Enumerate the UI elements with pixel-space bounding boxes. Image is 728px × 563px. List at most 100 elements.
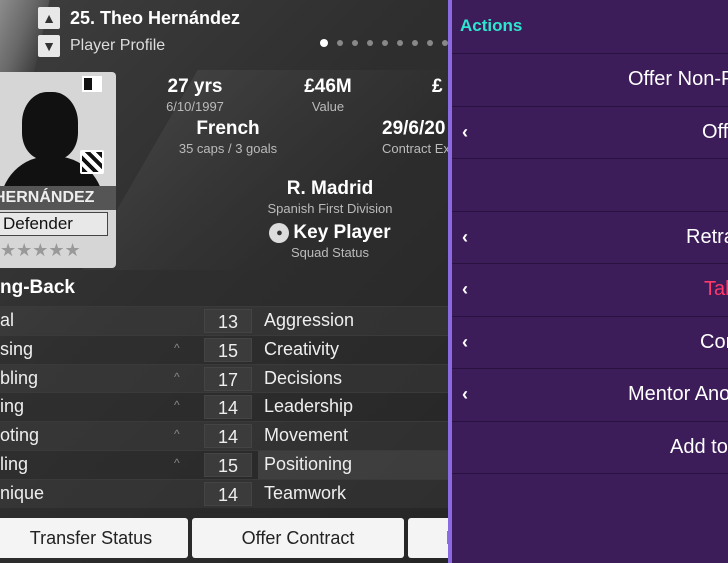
attribute-value: 15 bbox=[204, 452, 252, 477]
value-label: Value bbox=[311, 99, 345, 114]
attribute-name-right: Leadership bbox=[264, 396, 354, 417]
attribute-name-left: oting bbox=[0, 425, 40, 446]
action-label: Mentor Anot bbox=[628, 383, 728, 405]
attribute-name-left: bling bbox=[0, 367, 39, 388]
attribute-trend-icon: ^ bbox=[174, 340, 180, 355]
attribute-value: 17 bbox=[204, 366, 252, 391]
age-block: 27 yrs 6/10/1997 bbox=[150, 76, 240, 114]
action-menu-item[interactable]: ‹ Tal bbox=[452, 264, 728, 317]
attribute-value: 15 bbox=[204, 337, 252, 362]
header-profile-row: ▼ Player Profile bbox=[38, 34, 165, 58]
attribute-trend-icon: ^ bbox=[174, 427, 180, 442]
attribute-row: oting ^ 14 Movement bbox=[0, 421, 452, 450]
nationality-value: French bbox=[196, 118, 260, 139]
value-block: £46M Value bbox=[288, 76, 368, 114]
attribute-name-left: sing bbox=[0, 338, 34, 359]
contract-block: 29/6/20 Contract Ex bbox=[382, 118, 452, 156]
page-dot[interactable] bbox=[412, 40, 418, 46]
contract-label: Contract Ex bbox=[382, 141, 450, 156]
club-name[interactable]: R. Madrid bbox=[250, 178, 410, 200]
page-indicator[interactable] bbox=[320, 39, 452, 47]
attribute-row: ing ^ 14 Leadership bbox=[0, 392, 452, 421]
attribute-row: ling ^ 15 Positioning bbox=[0, 449, 452, 479]
profile-label: Player Profile bbox=[70, 37, 166, 54]
player-avatar bbox=[0, 78, 106, 206]
card-surname: HERNÁNDEZ bbox=[0, 186, 116, 210]
action-menu-item[interactable]: Add to bbox=[452, 422, 728, 474]
page-dot[interactable] bbox=[320, 39, 328, 47]
page-dot[interactable] bbox=[367, 40, 373, 46]
attribute-row: bling ^ 17 Decisions bbox=[0, 363, 452, 393]
action-menu-item[interactable]: ‹ Off bbox=[452, 107, 728, 159]
attribute-name-left: ling bbox=[0, 453, 29, 474]
attribute-name-right: Teamwork bbox=[264, 482, 347, 503]
card-position: Defender bbox=[0, 212, 108, 236]
attribute-name-right: Creativity bbox=[264, 338, 340, 359]
page-dot[interactable] bbox=[382, 40, 388, 46]
division-name[interactable]: Spanish First Division bbox=[250, 201, 410, 216]
page-dot[interactable] bbox=[397, 40, 403, 46]
action-menu-item[interactable]: ‹ Mentor Anot bbox=[452, 369, 728, 422]
attribute-value: 14 bbox=[204, 481, 252, 506]
transfer-status-button[interactable]: Transfer Status bbox=[0, 518, 188, 558]
attribute-trend-icon: ^ bbox=[174, 455, 180, 470]
attribute-name-left: al bbox=[0, 310, 15, 330]
chevron-left-icon: ‹ bbox=[462, 226, 468, 247]
nationality-block: French 35 caps / 3 goals bbox=[160, 118, 296, 156]
star-rating: ★★★★★ bbox=[0, 240, 81, 260]
header-name-row: ▲ 25. Theo Hernández bbox=[38, 6, 240, 30]
player-profile-area: ▲ 25. Theo Hernández ▼ Player Profile HE… bbox=[0, 0, 452, 563]
attribute-row: nique 14 Teamwork bbox=[0, 478, 452, 508]
offer-contract-button[interactable]: Offer Contract bbox=[192, 518, 404, 558]
age-value: 27 yrs bbox=[167, 76, 223, 97]
attribute-name-left: ing bbox=[0, 396, 25, 417]
attribute-row: al 13 Aggression bbox=[0, 306, 452, 335]
player-card: HERNÁNDEZ Defender ★★★★★ bbox=[0, 72, 116, 268]
caps-value: 35 caps / 3 goals bbox=[178, 141, 278, 156]
attribute-name-right: Movement bbox=[264, 425, 349, 446]
page-dot[interactable] bbox=[352, 40, 358, 46]
chevron-left-icon: ‹ bbox=[462, 384, 468, 404]
page-dot[interactable] bbox=[337, 40, 343, 46]
action-menu-item[interactable] bbox=[452, 159, 728, 212]
attribute-value: 14 bbox=[204, 424, 252, 449]
action-label: Con bbox=[700, 330, 728, 353]
contract-expiry: 29/6/20 bbox=[382, 118, 446, 139]
nation-flag-icon bbox=[82, 76, 102, 92]
attribute-name-right: Decisions bbox=[264, 367, 343, 388]
squad-status: Key Player bbox=[293, 222, 391, 243]
action-label: Retra bbox=[686, 225, 728, 248]
attribute-value: 13 bbox=[204, 309, 252, 333]
action-menu-item[interactable]: ‹ Con bbox=[452, 317, 728, 369]
chevron-left-icon: ‹ bbox=[462, 331, 468, 352]
chevron-up-icon[interactable]: ▲ bbox=[38, 7, 60, 29]
actions-panel: Actions Offer Non-P ‹ Off ‹ Retra ‹ Tal ‹ Con ‹ Me… bbox=[448, 0, 728, 563]
squad-status-block: ● Key Player Squad Status bbox=[250, 222, 410, 260]
action-label: Offer Non-P bbox=[628, 68, 728, 90]
action-label: Tal bbox=[704, 278, 728, 300]
player-name: 25. Theo Hernández bbox=[70, 7, 241, 28]
squad-status-icon: ● bbox=[269, 223, 290, 243]
club-badge-icon bbox=[80, 150, 104, 174]
action-label: Off bbox=[702, 120, 728, 143]
dob-value: 6/10/1997 bbox=[166, 99, 224, 114]
action-menu-item[interactable]: ‹ Retra bbox=[452, 212, 728, 264]
role-title: ng-Back bbox=[0, 277, 75, 298]
squad-status-label: Squad Status bbox=[290, 245, 370, 260]
chevron-down-icon[interactable]: ▼ bbox=[38, 35, 60, 57]
more-button[interactable]: M bbox=[408, 518, 452, 558]
attribute-trend-icon: ^ bbox=[174, 398, 180, 413]
attribute-trend-icon: ^ bbox=[174, 369, 180, 384]
action-menu-item[interactable]: Offer Non-P bbox=[452, 54, 728, 107]
chevron-left-icon: ‹ bbox=[462, 279, 468, 299]
actions-title: Actions bbox=[452, 0, 728, 54]
attribute-name-left: nique bbox=[0, 482, 45, 503]
actions-menu: Offer Non-P ‹ Off ‹ Retra ‹ Tal ‹ Con ‹ Mentor Ano… bbox=[452, 54, 728, 474]
attribute-name-right: Aggression bbox=[264, 310, 355, 330]
attribute-row: sing ^ 15 Creativity bbox=[0, 334, 452, 364]
value-amount: £46M bbox=[304, 76, 352, 97]
page-dot[interactable] bbox=[427, 40, 433, 46]
attributes-table: al 13 Aggression sing ^ 15 Creativity bling ^ 17 D… bbox=[0, 306, 452, 508]
action-label: Add to bbox=[670, 435, 728, 458]
attribute-name-right: Positioning bbox=[264, 453, 353, 474]
